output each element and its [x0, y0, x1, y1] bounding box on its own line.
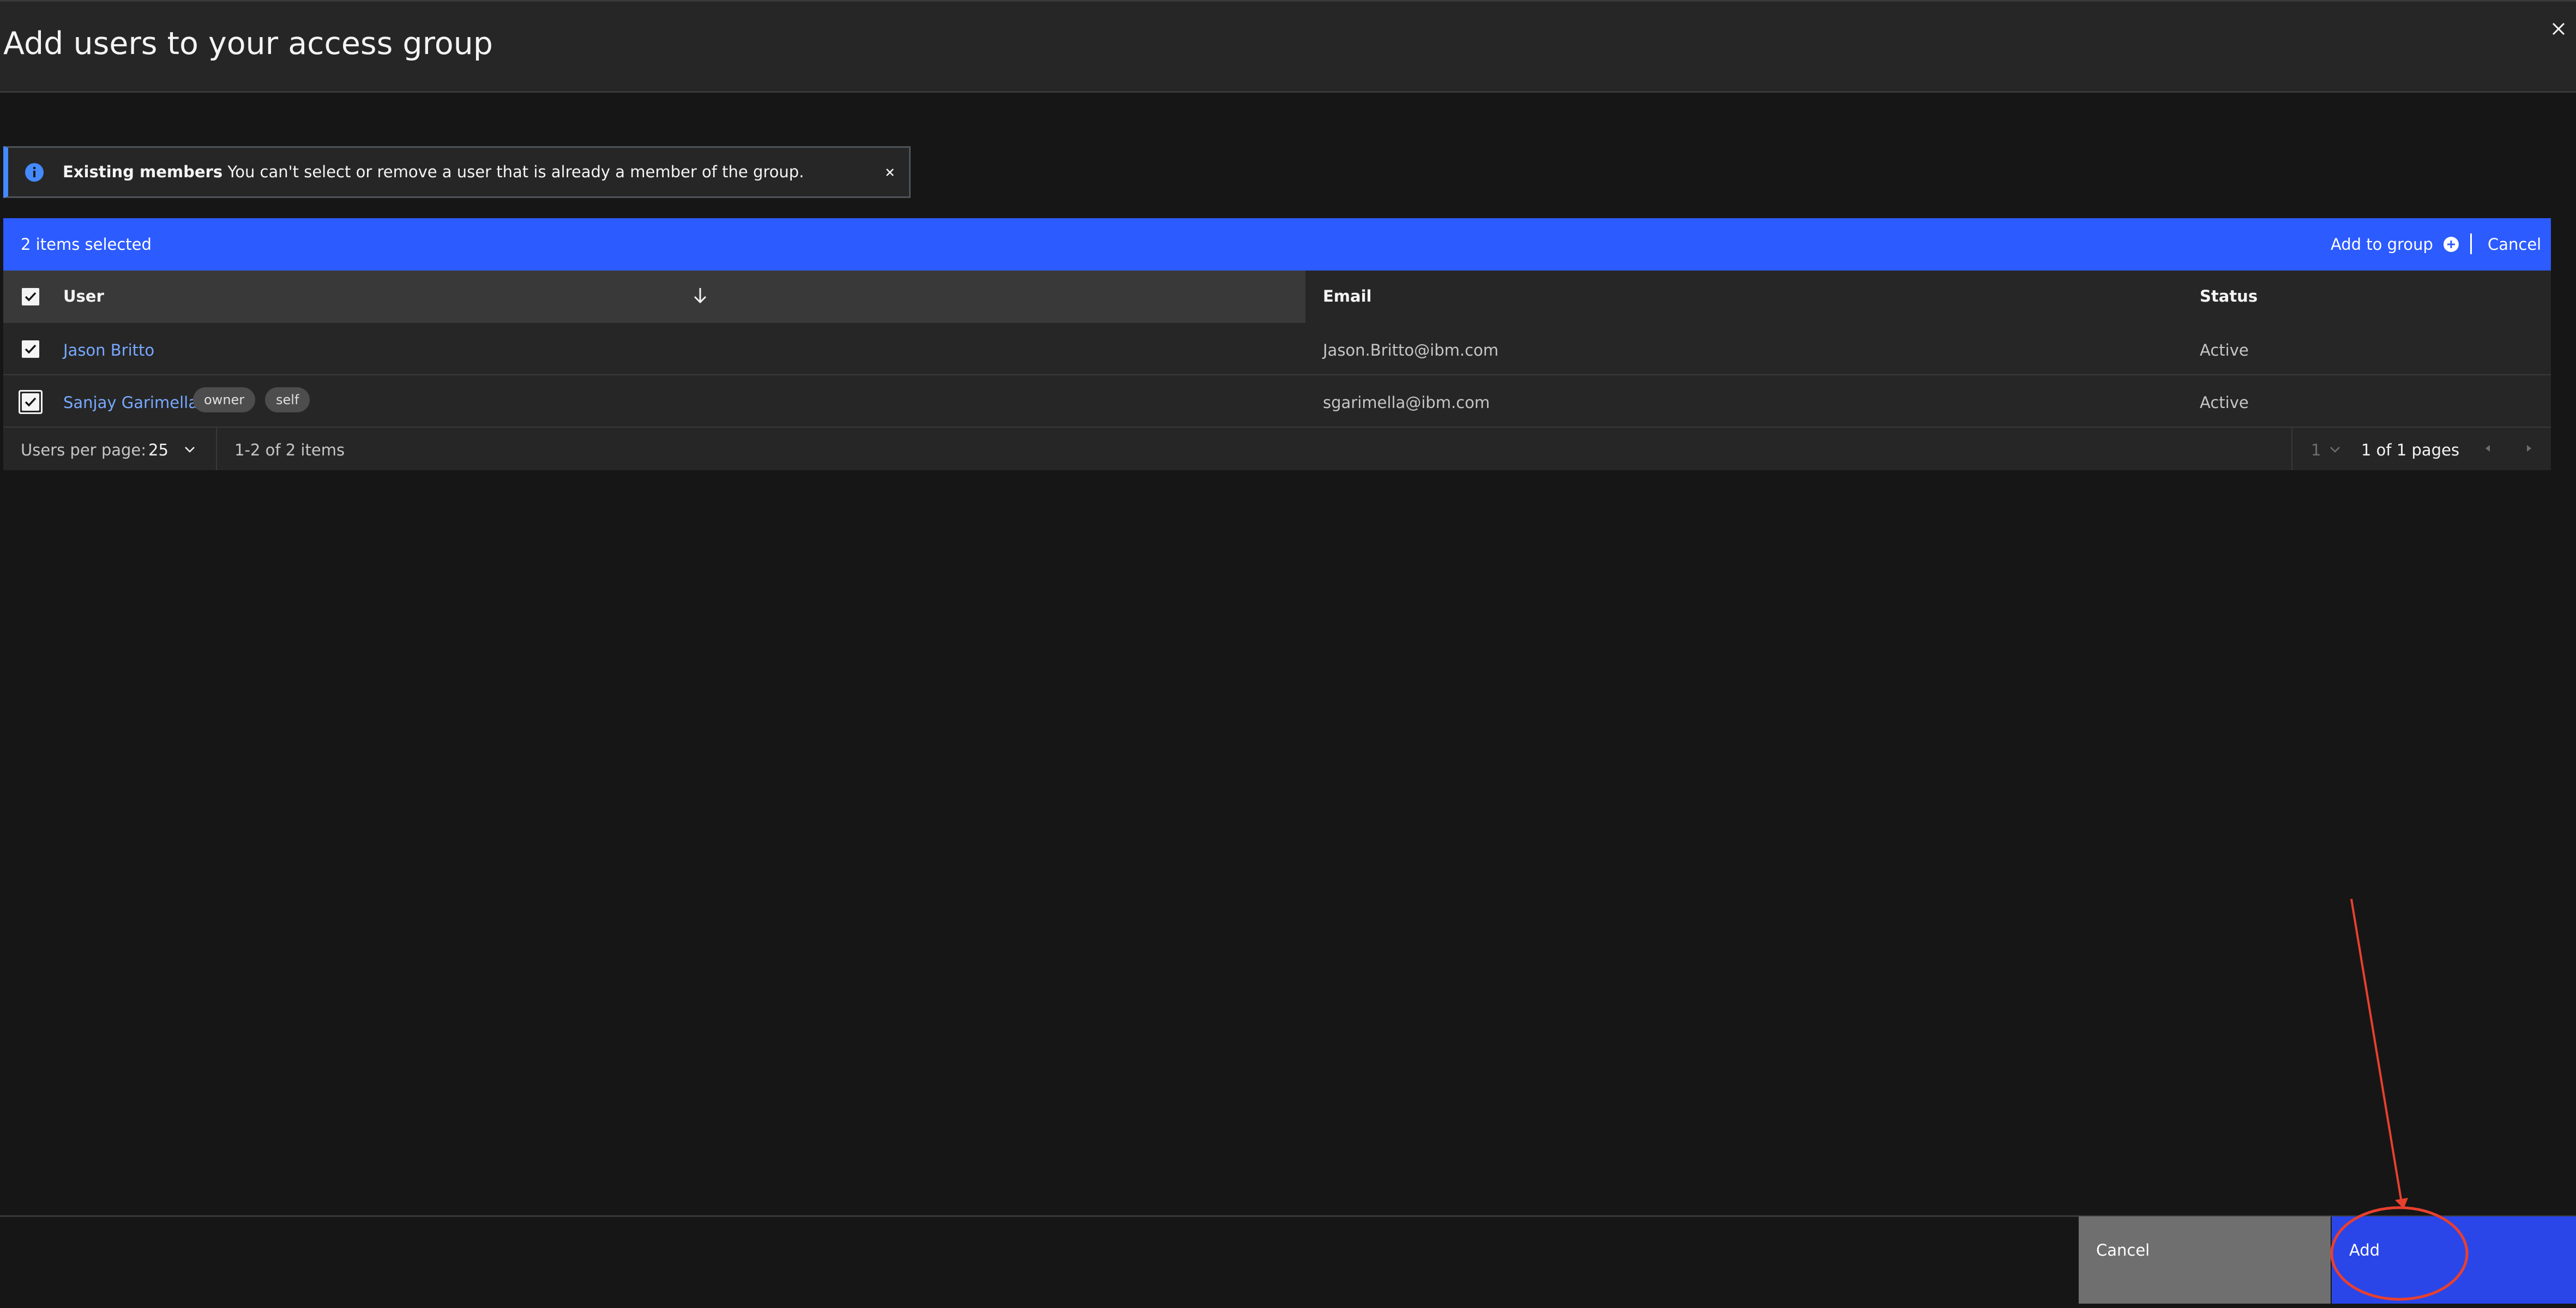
add-circle-icon	[2443, 237, 2459, 252]
cancel-button-label: Cancel	[2096, 1241, 2150, 1259]
add-users-modal: Add users to your access group Existing …	[0, 0, 2576, 1308]
page-select[interactable]: 1	[2311, 441, 2321, 459]
cancel-button[interactable]: Cancel	[2079, 1216, 2331, 1304]
selected-count: 2 items selected	[21, 235, 152, 254]
row-checkbox[interactable]	[22, 340, 39, 358]
self-tag: self	[265, 387, 310, 412]
per-page-label: Users per page:	[21, 441, 147, 459]
table-row[interactable]: Jason Britto Jason.Britto@ibm.com Active	[3, 323, 2551, 375]
user-email: Jason.Britto@ibm.com	[1323, 341, 1499, 359]
user-header-cell[interactable]	[3, 271, 1305, 323]
per-page-value: 25	[148, 441, 168, 459]
table-header: User Email Status	[3, 271, 2551, 323]
sort-arrow-down-icon[interactable]	[688, 284, 712, 308]
batch-action-bar: 2 items selected Add to group Cancel	[3, 218, 2551, 271]
pagination: Users per page: 25 1-2 of 2 items 1 1 of…	[3, 428, 2551, 470]
users-table: User Email Status Jason Britto Jason.Bri…	[3, 271, 2551, 470]
user-email: sgarimella@ibm.com	[1323, 393, 1490, 412]
header-status: Status	[2200, 287, 2258, 305]
owner-tag: owner	[193, 387, 256, 412]
add-button-label: Add	[2349, 1241, 2380, 1259]
batch-divider	[2470, 233, 2472, 254]
header-cells	[1305, 271, 2551, 323]
notification-text: Existing members You can't select or rem…	[63, 163, 804, 181]
notification-title: Existing members	[63, 163, 223, 181]
add-button[interactable]: Add	[2332, 1216, 2576, 1304]
info-icon	[25, 163, 44, 182]
add-to-group-button[interactable]: Add to group	[2331, 232, 2459, 256]
item-range: 1-2 of 2 items	[234, 441, 345, 459]
close-notification-icon[interactable]	[882, 164, 898, 181]
select-all-checkbox[interactable]	[22, 288, 39, 305]
per-page-select[interactable]: 25	[148, 441, 168, 459]
pager-divider	[216, 428, 217, 470]
modal-title: Add users to your access group	[3, 26, 493, 62]
user-name-link[interactable]: Jason Britto	[63, 341, 154, 359]
modal-header: Add users to your access group	[0, 0, 2576, 93]
page-count: 1 of 1 pages	[2361, 441, 2460, 459]
chevron-down-icon[interactable]	[182, 442, 197, 457]
user-status: Active	[2200, 393, 2249, 412]
annotation-arrow-icon	[2350, 898, 2403, 1203]
notification-message: You can't select or remove a user that i…	[227, 163, 804, 181]
close-icon[interactable]	[2548, 18, 2569, 40]
batch-cancel-button[interactable]: Cancel	[2488, 235, 2541, 254]
user-name-link[interactable]: Sanjay Garimella	[63, 393, 198, 412]
next-page-icon[interactable]	[2520, 440, 2538, 457]
table-row[interactable]: Sanjay Garimella owner self sgarimella@i…	[3, 375, 2551, 428]
inline-notification: Existing members You can't select or rem…	[3, 146, 911, 198]
header-email: Email	[1323, 287, 1372, 305]
add-to-group-label: Add to group	[2331, 235, 2433, 254]
chevron-down-icon[interactable]	[2327, 442, 2343, 457]
pager-divider	[2291, 428, 2292, 470]
user-status: Active	[2200, 341, 2249, 359]
header-user: User	[63, 287, 104, 305]
annotation-arrowhead-icon	[2395, 1198, 2408, 1209]
row-checkbox[interactable]	[22, 393, 39, 411]
previous-page-icon[interactable]	[2479, 440, 2496, 457]
